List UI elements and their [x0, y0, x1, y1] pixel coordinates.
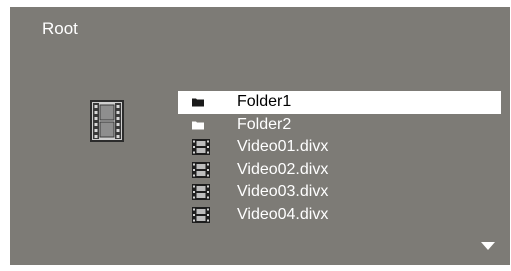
list-item-folder1[interactable]: Folder1 [178, 91, 501, 114]
film-strip-icon [192, 184, 210, 201]
film-strip-icon [90, 100, 124, 142]
item-label: Video01.divx [237, 138, 329, 156]
film-strip-icon [192, 139, 210, 156]
file-list: Folder1 Folder2 Video01.divx Video02.div… [178, 91, 501, 226]
media-browser-screen: Root Folder1 Folder2 Video01.divx Video0… [10, 7, 510, 265]
scroll-down-arrow-icon[interactable] [481, 241, 495, 251]
item-label: Video04.divx [237, 205, 329, 223]
folder-icon [192, 98, 204, 107]
current-folder-title: Root [42, 19, 78, 38]
item-label: Folder2 [237, 115, 292, 133]
list-item-video03[interactable]: Video03.divx [178, 181, 501, 204]
folder-icon [192, 121, 204, 130]
item-label: Folder1 [237, 93, 292, 111]
film-strip-icon [192, 206, 210, 223]
film-strip-icon [192, 161, 210, 178]
list-item-video04[interactable]: Video04.divx [178, 204, 501, 227]
list-item-folder2[interactable]: Folder2 [178, 114, 501, 137]
item-label: Video03.divx [237, 183, 329, 201]
item-label: Video02.divx [237, 160, 329, 178]
list-item-video01[interactable]: Video01.divx [178, 136, 501, 159]
list-item-video02[interactable]: Video02.divx [178, 159, 501, 182]
